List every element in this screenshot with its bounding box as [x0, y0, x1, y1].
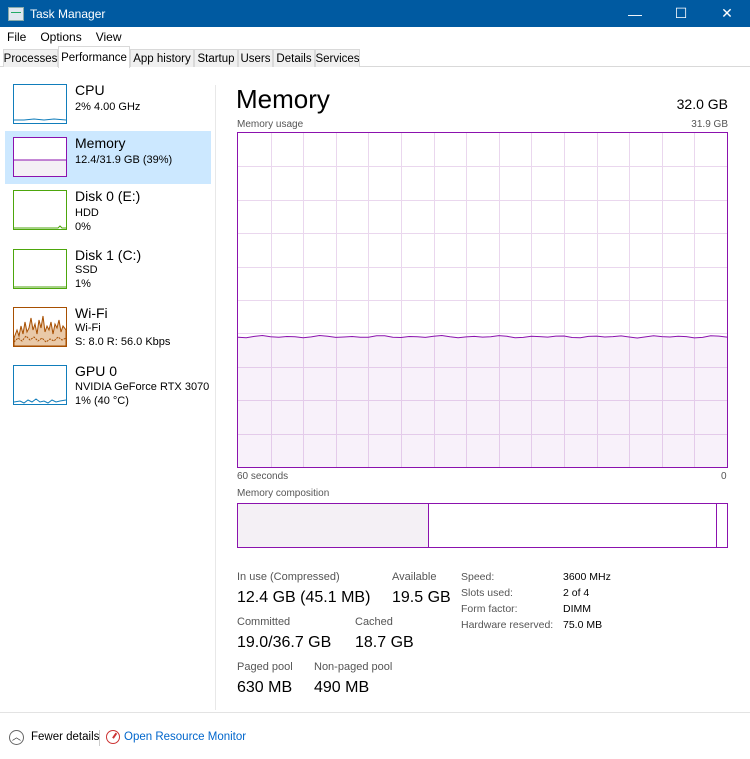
sidebar-item-name: CPU: [75, 82, 105, 98]
memory-usage-max: 31.9 GB: [691, 119, 728, 130]
sidebar-item-memory[interactable]: Memory 12.4/31.9 GB (39%): [5, 131, 211, 184]
tab-app-history[interactable]: App history: [130, 49, 194, 67]
footer-divider: [99, 730, 100, 746]
sidebar-item-detail-2: 1% (40 °C): [75, 395, 129, 407]
menu-view[interactable]: View: [89, 30, 129, 44]
resource-monitor-icon[interactable]: [106, 730, 120, 744]
sidebar-item-gpu0[interactable]: GPU 0 NVIDIA GeForce RTX 3070 1% (40 °C): [5, 359, 211, 412]
total-memory: 32.0 GB: [676, 96, 728, 112]
tab-startup[interactable]: Startup: [194, 49, 238, 67]
paged-pool-label: Paged pool: [237, 661, 293, 673]
sidebar-item-detail-2: 0%: [75, 221, 91, 233]
sidebar-item-detail: HDD: [75, 207, 99, 219]
x-axis-right-label: 0: [721, 471, 727, 482]
window-title: Task Manager: [30, 6, 106, 21]
sidebar-item-name: GPU 0: [75, 363, 118, 379]
available-label: Available: [392, 571, 437, 583]
paged-pool-value: 630 MB: [237, 679, 293, 696]
sidebar-item-wifi[interactable]: Wi-Fi Wi-Fi S: 8.0 R: 56.0 Kbps: [5, 301, 211, 354]
tab-strip: Processes Performance App history Startu…: [0, 46, 750, 68]
tab-users[interactable]: Users: [238, 49, 273, 67]
composition-in-use: [238, 504, 429, 547]
non-paged-pool-label: Non-paged pool: [314, 661, 393, 673]
form-factor-value: DIMM: [563, 603, 591, 615]
menu-file[interactable]: File: [0, 30, 33, 44]
cached-label: Cached: [355, 616, 393, 628]
memory-composition-label: Memory composition: [237, 488, 330, 499]
fewer-details-button[interactable]: Fewer details: [31, 731, 99, 743]
resource-list: CPU 2% 4.00 GHz Memory 12.4/31.9 GB (39%…: [0, 68, 215, 708]
sidebar-item-detail: NVIDIA GeForce RTX 3070: [75, 381, 210, 393]
sidebar-item-detail: 2% 4.00 GHz: [75, 101, 141, 113]
sidebar-item-detail: 12.4/31.9 GB (39%): [75, 154, 173, 166]
menu-bar: File Options View: [0, 27, 750, 46]
available-value: 19.5 GB: [392, 589, 451, 606]
page-title: Memory: [236, 84, 330, 114]
disk1-thumbnail-graph: [13, 249, 67, 289]
sidebar-item-disk1[interactable]: Disk 1 (C:) SSD 1%: [5, 243, 211, 296]
committed-label: Committed: [237, 616, 291, 628]
memory-usage-label: Memory usage: [237, 119, 304, 130]
memory-usage-graph: [237, 132, 728, 468]
composition-modified: [429, 504, 717, 547]
tab-processes[interactable]: Processes: [3, 49, 58, 67]
sidebar-item-disk0[interactable]: Disk 0 (E:) HDD 0%: [5, 184, 211, 237]
tab-details[interactable]: Details: [273, 49, 315, 67]
memory-usage-plot: [238, 133, 727, 467]
in-use-label: In use (Compressed): [237, 571, 340, 583]
chevron-up-icon[interactable]: ︿: [9, 730, 24, 745]
sidebar-item-detail: SSD: [75, 264, 98, 276]
footer: ︿ Fewer details Open Resource Monitor: [0, 712, 750, 759]
tab-services[interactable]: Services: [315, 49, 360, 67]
cached-value: 18.7 GB: [355, 634, 414, 651]
hardware-reserved-label: Hardware reserved:: [461, 619, 554, 631]
close-button[interactable]: ✕: [704, 0, 750, 27]
slots-used-value: 2 of 4: [563, 587, 590, 599]
committed-value: 19.0/36.7 GB: [237, 634, 332, 651]
window-controls: — ☐ ✕: [612, 0, 750, 27]
memory-composition-bar: [237, 503, 728, 548]
maximize-button[interactable]: ☐: [658, 0, 704, 27]
tab-performance[interactable]: Performance: [58, 46, 130, 68]
sidebar-item-name: Disk 0 (E:): [75, 188, 141, 204]
cpu-thumbnail-graph: [13, 84, 67, 124]
disk0-thumbnail-graph: [13, 190, 67, 230]
sidebar-item-name: Memory: [75, 135, 126, 151]
memory-thumbnail-graph: [13, 137, 67, 177]
sidebar-item-cpu[interactable]: CPU 2% 4.00 GHz: [5, 78, 211, 131]
sidebar-item-detail-2: 1%: [75, 278, 91, 290]
sidebar-item-name: Disk 1 (C:): [75, 247, 142, 263]
hardware-reserved-value: 75.0 MB: [563, 619, 603, 631]
sidebar-item-detail: Wi-Fi: [75, 322, 101, 334]
sidebar-item-name: Wi-Fi: [75, 305, 108, 321]
panel-divider: [215, 85, 216, 710]
form-factor-label: Form factor:: [461, 603, 518, 615]
title-bar: Task Manager — ☐ ✕: [0, 0, 750, 27]
sidebar-item-detail-2: S: 8.0 R: 56.0 Kbps: [75, 336, 171, 348]
menu-options[interactable]: Options: [33, 30, 88, 44]
speed-label: Speed:: [461, 571, 495, 583]
wifi-thumbnail-graph: [13, 307, 67, 347]
x-axis-left-label: 60 seconds: [237, 471, 289, 482]
gpu-thumbnail-graph: [13, 365, 67, 405]
minimize-button[interactable]: —: [612, 0, 658, 27]
speed-value: 3600 MHz: [563, 571, 611, 583]
in-use-value: 12.4 GB (45.1 MB): [237, 589, 371, 606]
slots-used-label: Slots used:: [461, 587, 513, 599]
non-paged-pool-value: 490 MB: [314, 679, 370, 696]
memory-usage-area: [238, 335, 727, 467]
task-manager-icon: [8, 6, 24, 21]
open-resource-monitor-link[interactable]: Open Resource Monitor: [124, 731, 246, 743]
